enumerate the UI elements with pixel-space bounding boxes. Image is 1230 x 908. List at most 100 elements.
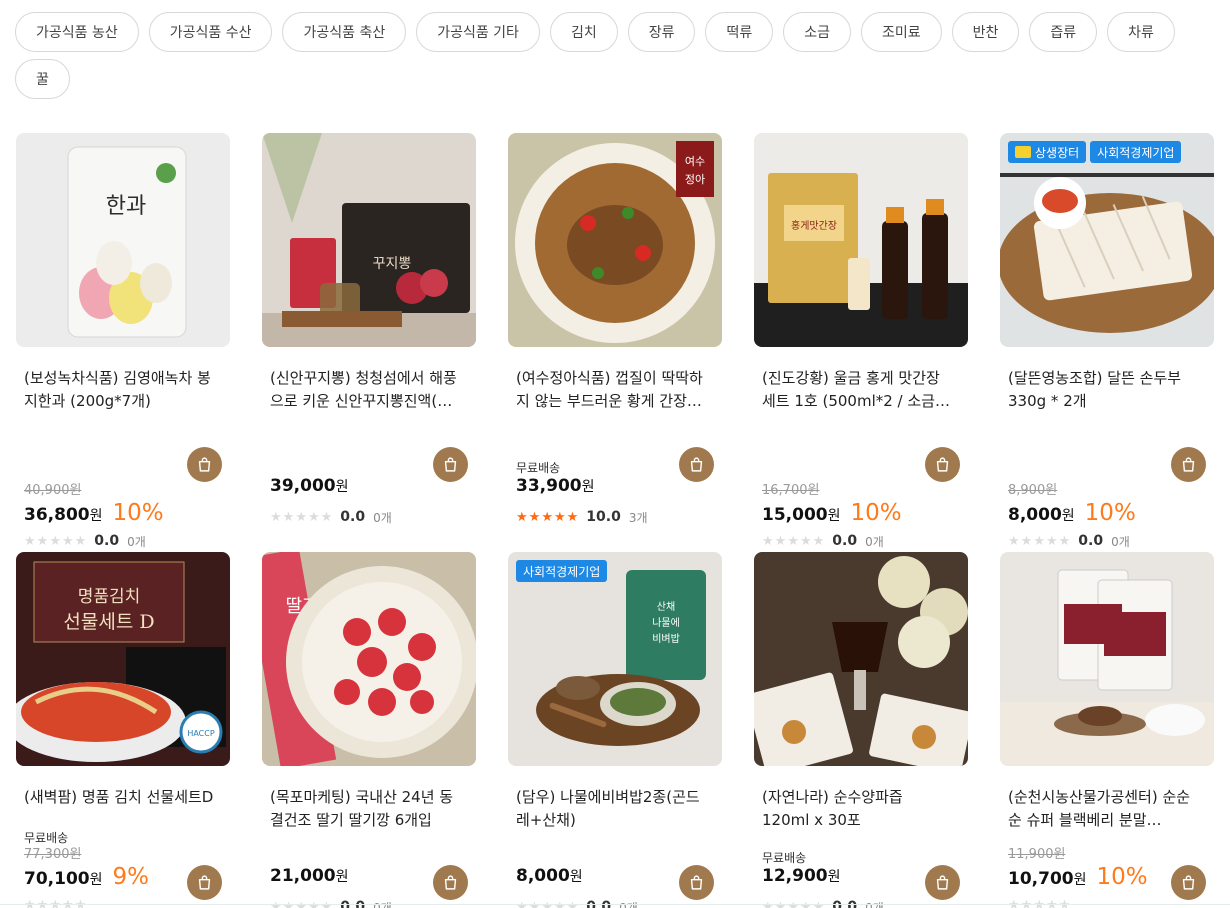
add-to-cart-button[interactable]: [925, 865, 960, 900]
product-card[interactable]: 홍게맛간장 (진도강황) 울금 홍게 맛간장 세트 1호 (500ml*2 / 소…: [754, 133, 968, 552]
category-chip[interactable]: 가공식품 수산: [148, 12, 273, 52]
sale-price: 8,000원: [516, 866, 583, 886]
product-image[interactable]: [754, 552, 968, 766]
product-image[interactable]: 상생장터 사회적경제기업: [1000, 133, 1214, 347]
product-image[interactable]: 산채 나물에 비벼밥 사회적경제기업: [508, 552, 722, 766]
category-chip[interactable]: 조미료: [861, 12, 942, 52]
star-icon: ★: [787, 533, 799, 549]
add-to-cart-button[interactable]: [187, 865, 222, 900]
badge-group: 상생장터 사회적경제기업: [1008, 141, 1182, 163]
sale-price-value: 8,000: [1008, 505, 1062, 525]
original-price: 11,900원: [1008, 847, 1066, 862]
star-icon: ★: [282, 509, 295, 525]
product-name[interactable]: (여수정아식품) 껍질이 딱딱하지 않는 부드러운 황게 간장…: [508, 367, 708, 413]
star-icon: ★: [307, 509, 320, 525]
product-card[interactable]: 딸기 (목포마케팅) 국내산 24년 동결건조 딸기 딸기깡 6개입 21,000원…: [262, 552, 476, 908]
currency-unit: 원: [581, 479, 595, 495]
win-win-market-badge: 상생장터: [1008, 141, 1087, 163]
product-name[interactable]: (자연나라) 순수양파즙 120ml x 30포: [754, 786, 954, 832]
add-to-cart-button[interactable]: [679, 865, 714, 900]
category-chip[interactable]: 반찬: [951, 12, 1020, 52]
sale-price-value: 39,000: [270, 476, 336, 496]
badge-label: 사회적경제기업: [1097, 145, 1175, 160]
product-name[interactable]: (담우) 나물에비벼밥2종(곤드레+산채): [508, 786, 708, 832]
shopping-bag-icon: [936, 875, 949, 890]
star-icon: ★: [799, 533, 812, 549]
product-name[interactable]: (순천시농산물가공센터) 순순순 슈퍼 블랙베리 분말 (100g): [1000, 786, 1200, 832]
product-card[interactable]: (자연나라) 순수양파즙 120ml x 30포 무료배송 12,900원 ★ ★ ★ ★ ★…: [754, 552, 968, 908]
product-name[interactable]: (목포마케팅) 국내산 24년 동결건조 딸기 딸기깡 6개입: [262, 786, 462, 832]
product-card[interactable]: 명품김치 선물세트 D HACCP (새벽팜) 명품 김치 선물세트D 무료배송 77,3…: [16, 552, 230, 908]
add-to-cart-button[interactable]: [925, 447, 960, 482]
shopping-bag-icon: [936, 457, 949, 472]
category-chip[interactable]: 가공식품 농산: [15, 12, 139, 52]
sale-price: 10,700원: [1008, 869, 1087, 889]
svg-text:나물에: 나물에: [652, 617, 680, 629]
product-card[interactable]: 여수 정아 (여수정아식품) 껍질이 딱딱하지 않는 부드러운 황게 간장… 무료배송…: [508, 133, 722, 552]
rating-row: ★ ★ ★ ★ ★ 0.0 0개: [1008, 530, 1214, 552]
sale-price-value: 70,100: [24, 869, 90, 889]
sale-price: 15,000원: [762, 505, 841, 525]
star-rating: ★ ★ ★ ★ ★: [762, 535, 824, 548]
product-name[interactable]: (달뜬영농조합) 달뜬 손두부 330g * 2개: [1000, 367, 1200, 413]
star-rating: ★ ★ ★ ★ ★: [270, 511, 332, 524]
free-shipping-label: 무료배송: [24, 831, 69, 845]
badge-label: 상생장터: [1035, 145, 1080, 160]
original-price: 77,300원: [24, 847, 82, 862]
svg-text:HACCP: HACCP: [187, 729, 215, 738]
currency-unit: 원: [569, 869, 583, 885]
add-to-cart-button[interactable]: [1171, 865, 1206, 900]
category-chip[interactable]: 가공식품 기타: [416, 12, 540, 52]
product-card[interactable]: 한과 (보성녹차식품) 김영애녹차 봉지한과 (200g*7개) 40,900원 36…: [16, 133, 230, 552]
category-chip[interactable]: 꿀: [15, 59, 70, 99]
shopping-bag-icon: [198, 875, 211, 890]
sale-price-value: 36,800: [24, 505, 90, 525]
category-chip[interactable]: 가공식품 축산: [282, 12, 407, 52]
shopping-bag-icon: [1182, 875, 1195, 890]
market-logo-icon: [1015, 146, 1031, 158]
category-chip[interactable]: 즙류: [1029, 12, 1098, 52]
category-chip[interactable]: 떡류: [705, 12, 774, 52]
product-image[interactable]: [1000, 552, 1214, 766]
product-name[interactable]: (새벽팜) 명품 김치 선물세트D: [16, 786, 216, 832]
product-image[interactable]: 딸기: [262, 552, 476, 766]
category-chip[interactable]: 차류: [1107, 12, 1175, 52]
category-chip[interactable]: 장류: [627, 12, 696, 52]
category-chip[interactable]: 김치: [549, 12, 618, 52]
star-icon: ★: [1045, 533, 1058, 549]
add-to-cart-button[interactable]: [433, 865, 468, 900]
currency-unit: 원: [1061, 508, 1075, 524]
svg-text:비벼밥: 비벼밥: [652, 633, 680, 645]
product-image[interactable]: 한과: [16, 133, 230, 347]
product-image[interactable]: 꾸지뽕: [262, 133, 476, 347]
add-to-cart-button[interactable]: [1171, 447, 1206, 482]
currency-unit: 원: [89, 872, 103, 888]
rating-score: 0.0: [832, 533, 858, 549]
discount-rate: 10%: [112, 500, 164, 526]
star-icon: ★: [1033, 533, 1045, 549]
product-card[interactable]: 꾸지뽕 (신안꾸지뽕) 청청섬에서 해풍으로 키운 신안꾸지뽕진액(… 39,000…: [262, 133, 476, 552]
product-name[interactable]: (신안꾸지뽕) 청청섬에서 해풍으로 키운 신안꾸지뽕진액(…: [262, 367, 462, 413]
product-image[interactable]: 명품김치 선물세트 D HACCP: [16, 552, 230, 766]
discount-rate: 9%: [112, 864, 150, 890]
svg-text:한과: 한과: [106, 194, 146, 219]
product-card[interactable]: (순천시농산물가공센터) 순순순 슈퍼 블랙베리 분말 (100g) 11,900…: [1000, 552, 1214, 908]
add-to-cart-button[interactable]: [433, 447, 468, 482]
product-image[interactable]: 홍게맛간장: [754, 133, 968, 347]
product-image[interactable]: 여수 정아: [508, 133, 722, 347]
price-block: 39,000원 ★ ★ ★ ★ ★ 0.0 0개: [270, 476, 476, 528]
product-name[interactable]: (보성녹차식품) 김영애녹차 봉지한과 (200g*7개): [16, 367, 216, 413]
category-chip[interactable]: 소금: [783, 12, 851, 52]
add-to-cart-button[interactable]: [679, 447, 714, 482]
star-icon: ★: [553, 509, 566, 525]
product-card[interactable]: 산채 나물에 비벼밥 사회적경제기업 (담우) 나물에비벼밥2종(곤드레+산채) 8,00…: [508, 552, 722, 908]
sale-price: 12,900원: [762, 866, 841, 886]
product-card[interactable]: 상생장터 사회적경제기업 (달뜬영농조합) 달뜬 손두부 330g * 2개 8,90…: [1000, 133, 1214, 552]
product-grid: 한과 (보성녹차식품) 김영애녹차 봉지한과 (200g*7개) 40,900원 36…: [16, 133, 1216, 908]
star-rating: ★ ★ ★ ★ ★: [516, 511, 578, 524]
divider: [0, 904, 1230, 905]
discount-rate: 10%: [1096, 864, 1148, 890]
shopping-bag-icon: [1182, 457, 1195, 472]
add-to-cart-button[interactable]: [187, 447, 222, 482]
product-name[interactable]: (진도강황) 울금 홍게 맛간장 세트 1호 (500ml*2 / 소금 …: [754, 367, 954, 413]
